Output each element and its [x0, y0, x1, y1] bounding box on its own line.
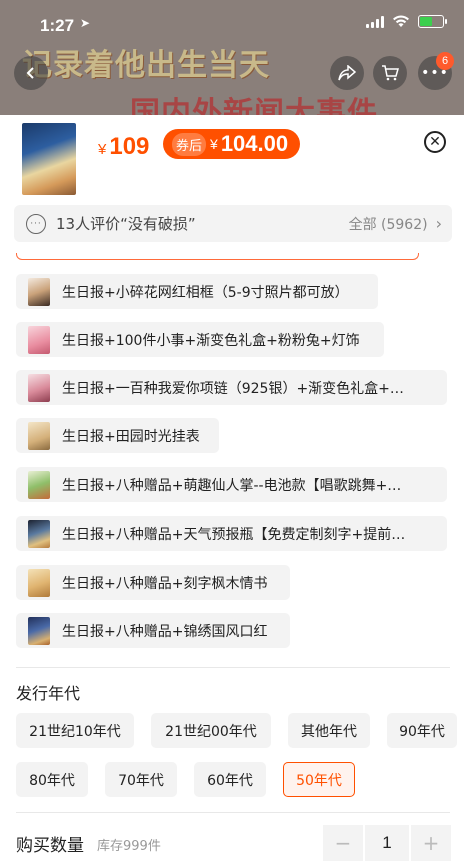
option-thumbnail — [28, 421, 50, 450]
option-thumbnail — [28, 470, 50, 499]
option-thumbnail — [28, 325, 50, 354]
cart-icon — [382, 65, 399, 81]
product-banner: 记录着他出生当天 国内外新闻大事件 1:27 ➤ ••• 6 — [0, 0, 464, 115]
era-option[interactable]: 80年代 — [16, 762, 88, 797]
close-button[interactable]: ✕ — [424, 131, 446, 153]
review-summary-bar[interactable]: ··· 13人评价“没有破损” 全部 (5962) › — [14, 205, 452, 242]
option-thumbnail — [28, 568, 50, 597]
quantity-label: 购买数量 — [16, 836, 84, 856]
close-icon: ✕ — [429, 134, 441, 150]
option-item[interactable]: 生日报+八种赠品+锦绣国风口红 — [16, 613, 290, 648]
option-item[interactable]: 生日报+八种赠品+刻字枫木情书 — [16, 565, 290, 600]
wifi-icon — [393, 15, 409, 27]
option-thumbnail — [28, 616, 50, 645]
option-item[interactable]: 生日报+小碎花网红相框（5-9寸照片都可放） — [16, 274, 378, 309]
share-button[interactable] — [330, 56, 364, 90]
price-value: 109 — [109, 133, 150, 160]
quantity-stepper: − 1 + — [323, 825, 451, 861]
option-label: 生日报+八种赠品+萌趣仙人掌--电池款【唱歌跳舞+… — [62, 477, 402, 494]
review-all-count: 全部 (5962) — [348, 216, 428, 233]
sku-selector-sheet: ¥ 109 券后 ¥ 104.00 ✕ ··· 13人评价“没有破损” 全部 (… — [0, 115, 464, 867]
era-option[interactable]: 21世纪00年代 — [151, 713, 271, 748]
section-divider — [16, 667, 450, 668]
selected-option-outline — [16, 253, 419, 260]
review-text: 13人评价“没有破损” — [56, 215, 196, 233]
option-label: 生日报+小碎花网红相框（5-9寸照片都可放） — [62, 284, 349, 301]
price-currency: ¥ — [98, 141, 107, 158]
option-thumbnail — [28, 277, 50, 306]
option-label: 生日报+田园时光挂表 — [62, 428, 200, 445]
signal-icon — [366, 15, 384, 28]
chat-bubble-icon: ··· — [26, 213, 46, 234]
coupon-value: 104.00 — [220, 131, 289, 156]
coupon-label: 券后 — [172, 132, 207, 156]
era-option-selected[interactable]: 50年代 — [283, 762, 355, 797]
increment-button[interactable]: + — [411, 825, 451, 861]
option-item[interactable]: 生日报+田园时光挂表 — [16, 418, 219, 453]
coupon-currency: ¥ — [210, 136, 218, 152]
message-badge: 6 — [436, 52, 454, 70]
option-label: 生日报+一百种我爱你项链（925银）+渐变色礼盒+… — [62, 380, 404, 397]
share-icon — [338, 65, 356, 81]
option-thumbnail — [28, 519, 50, 548]
option-item[interactable]: 生日报+一百种我爱你项链（925银）+渐变色礼盒+… — [16, 370, 447, 405]
product-thumbnail[interactable] — [22, 123, 76, 195]
option-label: 生日报+八种赠品+天气预报瓶【免费定制刻字+提前… — [62, 526, 406, 543]
option-item[interactable]: 生日报+100件小事+渐变色礼盒+粉粉兔+灯饰 — [16, 322, 384, 357]
product-price: ¥ 109 — [98, 133, 149, 161]
option-item[interactable]: 生日报+八种赠品+天气预报瓶【免费定制刻字+提前… — [16, 516, 447, 551]
option-label: 生日报+八种赠品+锦绣国风口红 — [62, 623, 268, 640]
era-option[interactable]: 70年代 — [105, 762, 177, 797]
era-option[interactable]: 90年代 — [387, 713, 457, 748]
status-time: 1:27 — [40, 16, 75, 35]
back-button[interactable] — [14, 56, 48, 90]
status-bar: 1:27 ➤ — [0, 0, 464, 40]
coupon-price-badge: 券后 ¥ 104.00 — [163, 129, 301, 159]
banner-line-1: 记录着他出生当天 — [22, 48, 270, 83]
option-thumbnail — [28, 373, 50, 402]
decrement-button[interactable]: − — [323, 825, 363, 861]
section-divider — [16, 812, 450, 813]
quantity-value[interactable]: 1 — [365, 825, 409, 861]
banner-line-2: 国内外新闻大事件 — [130, 96, 378, 115]
era-option[interactable]: 其他年代 — [288, 713, 370, 748]
location-arrow-icon: ➤ — [80, 16, 91, 30]
option-item[interactable]: 生日报+八种赠品+萌趣仙人掌--电池款【唱歌跳舞+… — [16, 467, 447, 502]
option-label: 生日报+八种赠品+刻字枫木情书 — [62, 575, 268, 592]
battery-icon — [418, 15, 447, 28]
stock-text: 库存999件 — [97, 839, 161, 854]
cart-button[interactable] — [373, 56, 407, 90]
era-section-title: 发行年代 — [16, 684, 81, 703]
era-option[interactable]: 21世纪10年代 — [16, 713, 134, 748]
chevron-left-icon — [26, 67, 34, 79]
era-option[interactable]: 60年代 — [194, 762, 266, 797]
chevron-right-icon: › — [435, 214, 442, 233]
option-label: 生日报+100件小事+渐变色礼盒+粉粉兔+灯饰 — [62, 332, 360, 349]
